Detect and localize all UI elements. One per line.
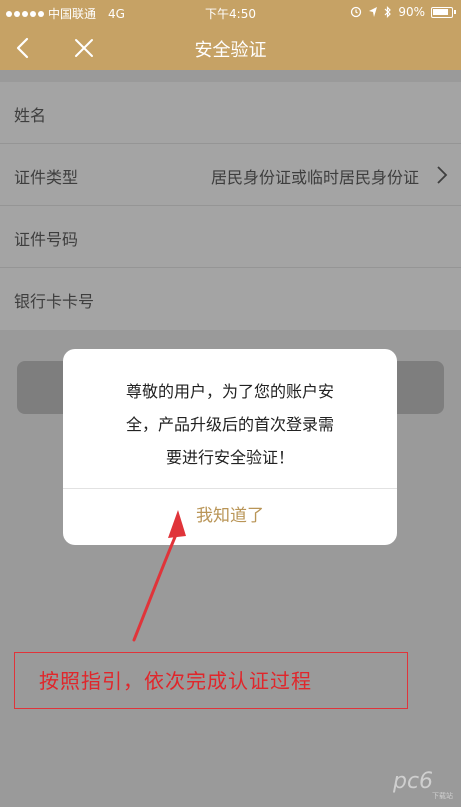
annotation-text: 按照指引，依次完成认证过程	[39, 669, 312, 693]
verification-form: 姓名 证件类型 居民身份证或临时居民身份证 证件号码 银行卡卡号	[0, 82, 461, 330]
page-title: 安全验证	[194, 40, 267, 61]
battery-percent: 90%	[398, 5, 425, 19]
bank-card-label: 银行卡卡号	[14, 292, 95, 311]
form-row-id-number[interactable]: 证件号码	[0, 206, 461, 268]
id-type-value: 居民身份证或临时居民身份证	[210, 168, 419, 187]
dialog-message: 尊敬的用户，为了您的账户安 全，产品升级后的首次登录需 要进行安全验证！	[91, 375, 369, 474]
nav-bar: 安全验证	[0, 26, 461, 70]
battery-icon	[431, 6, 456, 18]
got-it-button[interactable]: 我知道了	[63, 488, 397, 545]
annotation-box: 按照指引，依次完成认证过程	[14, 652, 408, 709]
dialog-message-line: 要进行安全验证！	[165, 448, 294, 467]
watermark-logo: pc6 下载站	[393, 769, 453, 800]
watermark-subtext: 下载站	[432, 792, 453, 800]
chevron-right-icon	[437, 166, 448, 184]
form-row-id-type[interactable]: 证件类型 居民身份证或临时居民身份证	[0, 144, 461, 206]
app-header: 中国联通 4G 下午4:50 90% 安全验证	[0, 0, 461, 70]
location-icon	[369, 7, 378, 17]
dialog-message-line: 尊敬的用户，为了您的账户安	[125, 382, 334, 401]
dialog-message-line: 全，产品升级后的首次登录需	[125, 415, 334, 434]
id-number-label: 证件号码	[14, 230, 79, 249]
form-row-name[interactable]: 姓名	[0, 82, 461, 144]
security-alert-dialog: 尊敬的用户，为了您的账户安 全，产品升级后的首次登录需 要进行安全验证！ 我知道…	[63, 349, 397, 545]
watermark-text: pc6	[393, 769, 434, 794]
id-type-label: 证件类型	[14, 168, 79, 187]
alarm-icon	[351, 6, 362, 18]
status-bar: 中国联通 4G 下午4:50 90%	[0, 0, 461, 26]
form-row-bank-card[interactable]: 银行卡卡号	[0, 268, 461, 330]
status-right: 90%	[350, 5, 456, 19]
bluetooth-icon	[384, 6, 392, 18]
name-label: 姓名	[14, 106, 47, 125]
